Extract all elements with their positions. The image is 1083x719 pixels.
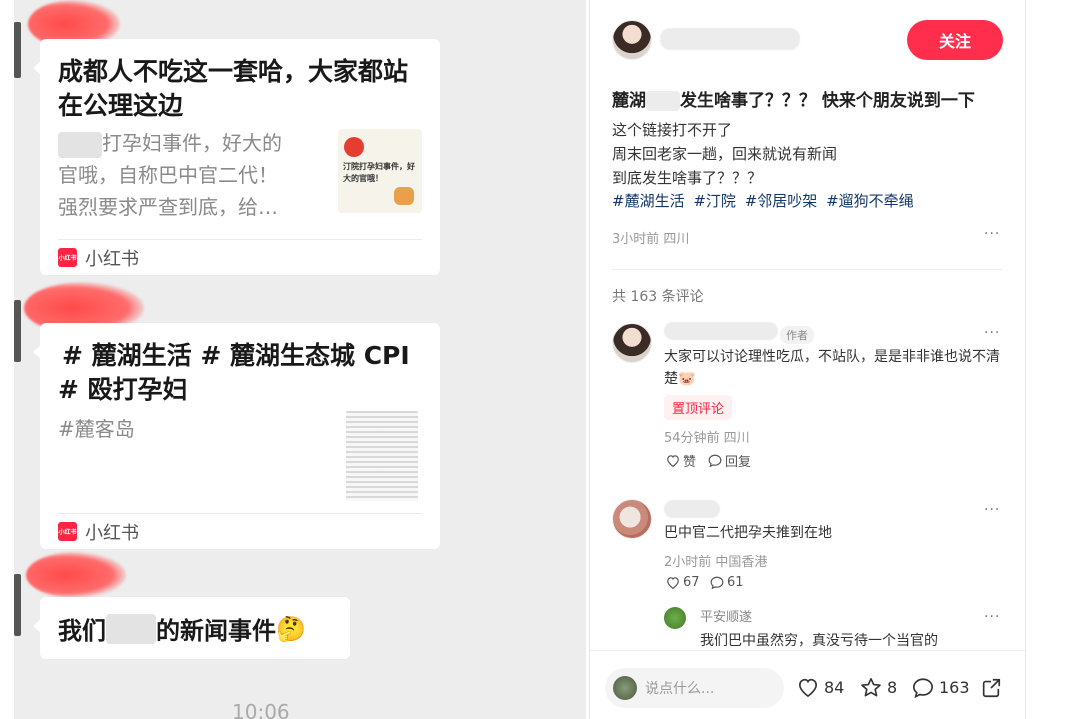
comment-avatar[interactable] — [612, 323, 652, 363]
shared-card-2[interactable]: # 麓湖生活 # 麓湖生态城 CPI # 殴打孕妇 #麓客岛 小红书 小红书 — [33, 323, 440, 549]
chat-message[interactable]: 我们 的新闻事件 🤔 — [33, 597, 350, 659]
angry-face-icon — [344, 137, 364, 157]
reply-text: 我们巴中虽然穷，真没亏待一个当官的 — [700, 633, 938, 649]
card-thumbnail: 汀院打孕妇事件，好大的官哦！ — [338, 129, 422, 213]
comment-meta: 2小时前 中国香港 — [664, 555, 768, 570]
like-button[interactable]: 赞 — [666, 451, 696, 470]
author-badge: 作者 — [780, 326, 814, 344]
comment-more-button[interactable]: ··· — [984, 325, 1000, 341]
message-text: 我们 的新闻事件 🤔 — [58, 613, 306, 645]
card-title-line: # 殴打孕妇 — [58, 375, 188, 404]
shared-card-1[interactable]: 成都人不吃这一套哈，大家都站在公理这边 打孕妇事件，好大的 官哦，自称巴中官二代… — [33, 39, 440, 275]
sender-avatar-redacted — [26, 552, 126, 598]
comment-avatar[interactable] — [612, 499, 652, 539]
card-source: 小红书 — [85, 248, 139, 270]
card-source: 小红书 — [85, 522, 139, 544]
comment-meta: 54分钟前 四川 — [664, 431, 750, 446]
reply-avatar[interactable] — [664, 607, 686, 629]
redacted-text — [106, 613, 156, 644]
card-desc-line: 打孕妇事件，好大的 — [58, 127, 326, 159]
author-avatar[interactable] — [612, 20, 652, 60]
card-footer: 小红书 小红书 — [58, 513, 422, 549]
commenter-name-redacted — [664, 500, 720, 518]
pinned-badge: 置顶评论 — [664, 395, 733, 420]
heart-icon — [667, 577, 679, 589]
card-title-line: # 麓湖生活 # 麓湖生态城 CPI — [62, 341, 410, 370]
post-title: 麓湖 发生啥事了？？？ 快来个朋友说到一下 — [612, 91, 975, 111]
card-title: 成都人不吃这一套哈，大家都站在公理这边 — [58, 57, 409, 120]
hashtag-link[interactable]: #汀院 — [693, 192, 736, 210]
post-tags: #麓湖生活 #汀院 #邻居吵架 #遛狗不牵绳 — [612, 190, 918, 211]
post-body: 这个链接打不开了 周末回老家一趟，回来就说有新闻 到底发生啥事了？？？ — [612, 118, 837, 190]
share-button[interactable] — [980, 677, 1002, 699]
comment-text: 大家可以讨论理性吃瓜，不站队，是是非非谁也说不清 楚🐷 — [664, 349, 1000, 387]
comment-input[interactable]: 说点什么... — [605, 668, 784, 708]
like-button[interactable]: 67 — [666, 575, 700, 590]
card-footer: 小红书 小红书 — [58, 239, 422, 275]
star-icon — [861, 678, 881, 697]
like-stat-button[interactable]: 84 — [797, 677, 844, 697]
reply-more-button[interactable]: ··· — [984, 609, 1000, 625]
share-icon — [982, 678, 1001, 698]
pig-face-icon: 🐷 — [678, 371, 696, 387]
speech-bubble-icon — [913, 678, 933, 698]
reply-button[interactable]: 61 — [710, 575, 744, 590]
cat-icon — [394, 187, 414, 205]
comment-stat-button[interactable]: 163 — [912, 677, 970, 698]
redacted-text — [646, 91, 680, 111]
collect-stat-button[interactable]: 8 — [860, 677, 897, 698]
redacted-text — [58, 131, 102, 158]
thumbnail-text: 汀院打孕妇事件，好大的官哦！ — [343, 162, 415, 183]
thinking-face-icon: 🤔 — [276, 614, 306, 643]
heart-icon — [667, 455, 679, 467]
speech-bubble-icon — [710, 576, 724, 589]
post-body-line: 周末回老家一趟，回来就说有新闻 — [612, 145, 838, 163]
post-body-line: 到底发生啥事了？？？ — [612, 169, 763, 187]
divider — [612, 269, 1003, 270]
comment-text: 巴中官二代把孕夫推到在地 — [664, 525, 832, 541]
scroll-indicator — [14, 300, 21, 362]
author-name-redacted — [660, 28, 800, 50]
commenter-name-redacted — [664, 322, 778, 340]
hashtag-link[interactable]: #遛狗不牵绳 — [826, 192, 914, 210]
comment-more-button[interactable]: ··· — [984, 502, 1000, 518]
chat-timestamp: 10:06 — [232, 700, 290, 719]
xiaohongshu-logo-icon: 小红书 — [58, 248, 77, 267]
comment-count: 共 163 条评论 — [612, 289, 704, 305]
user-avatar — [613, 676, 637, 700]
follow-button[interactable]: 关注 — [907, 20, 1003, 60]
card-thumbnail — [346, 411, 418, 501]
chat-panel: 成都人不吃这一套哈，大家都站在公理这边 打孕妇事件，好大的 官哦，自称巴中官二代… — [14, 0, 586, 719]
hashtag-link[interactable]: #邻居吵架 — [745, 192, 818, 210]
post-more-button[interactable]: ··· — [984, 226, 1000, 242]
post-body-line: 这个链接打不开了 — [612, 121, 733, 139]
post-meta: 3小时前 四川 — [612, 232, 690, 247]
reply-author-name: 平安顺遂 — [700, 610, 753, 625]
heart-icon — [798, 678, 818, 697]
xiaohongshu-logo-icon: 小红书 — [58, 522, 77, 541]
card-desc-line: 官哦，自称巴中官二代！ — [58, 163, 278, 187]
scroll-indicator — [14, 22, 21, 78]
comment-input-placeholder: 说点什么... — [645, 681, 715, 697]
card-desc: #麓客岛 — [58, 417, 135, 441]
card-desc-line: 强烈要求严查到底，给… — [58, 195, 278, 219]
hashtag-link[interactable]: #麓湖生活 — [612, 192, 685, 210]
bottom-action-bar: 说点什么... 84 8 163 — [590, 650, 1025, 719]
speech-bubble-icon — [708, 454, 722, 467]
scroll-indicator — [14, 574, 21, 636]
post-panel: 关注 麓湖 发生啥事了？？？ 快来个朋友说到一下 这个链接打不开了 周末回老家一趟… — [589, 0, 1026, 719]
reply-button[interactable]: 回复 — [708, 451, 751, 470]
